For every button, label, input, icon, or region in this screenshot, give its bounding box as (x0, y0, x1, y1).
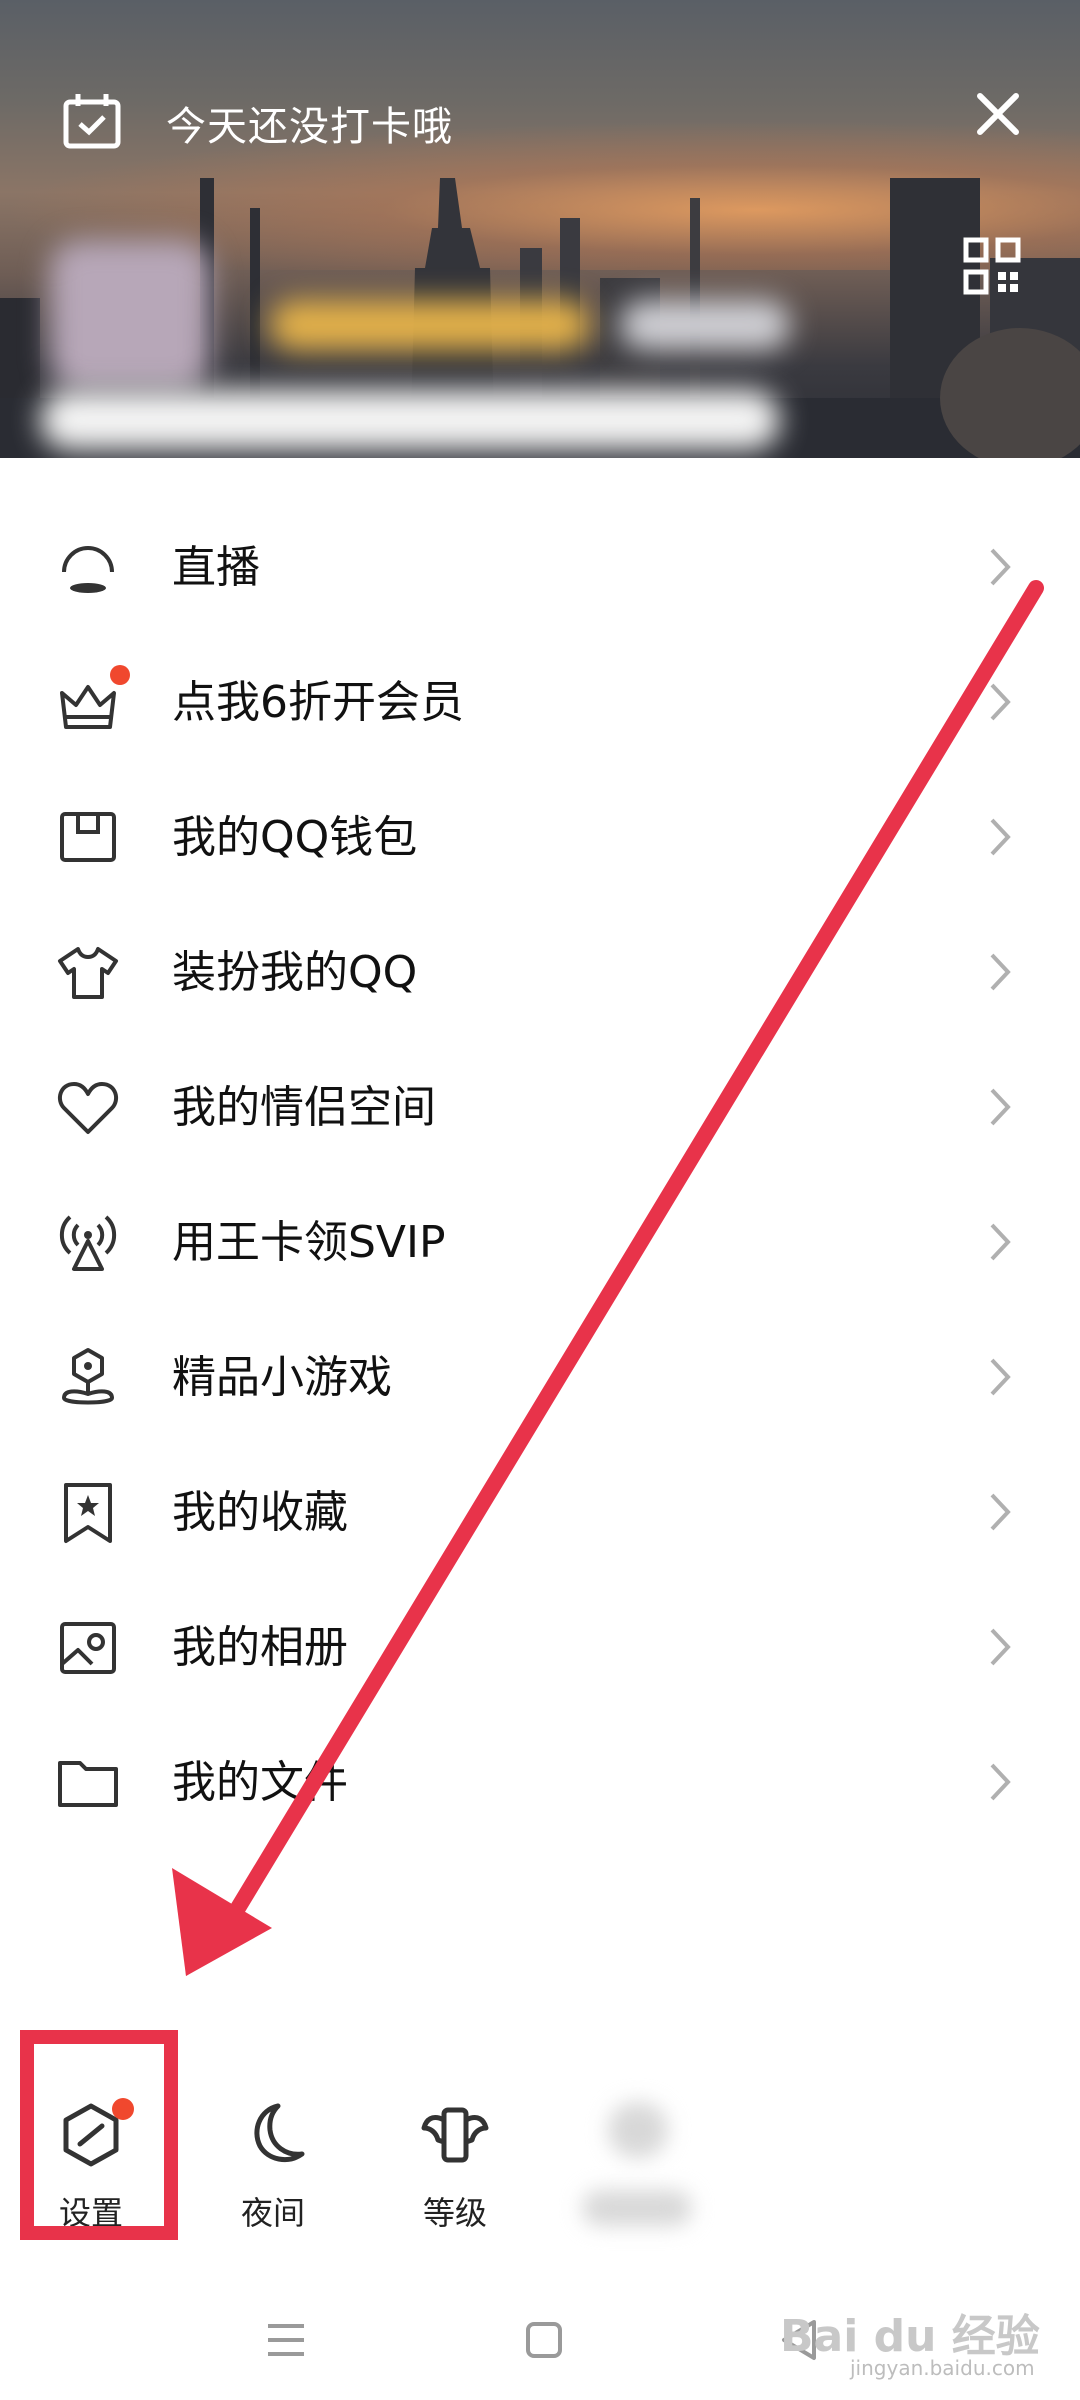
moon-icon (254, 2103, 305, 2163)
menu-icon[interactable] (256, 2310, 316, 2370)
night-mode-label: 夜间 (240, 2194, 305, 2232)
menu-item-label: 我的QQ钱包 (172, 812, 418, 863)
menu-item-files[interactable]: 我的文件 (0, 1715, 1080, 1850)
live-icon (62, 546, 114, 593)
checkin-status-text[interactable]: 今天还没打卡哦 (166, 94, 453, 152)
notification-dot (112, 2098, 134, 2120)
home-icon[interactable] (514, 2310, 574, 2370)
antenna-icon (59, 1215, 117, 1271)
chevron-right-icon (990, 548, 1011, 586)
menu-item-label: 我的收藏 (172, 1487, 348, 1538)
chevron-right-icon (990, 1358, 1011, 1396)
menu-item-label: 精品小游戏 (172, 1352, 392, 1403)
wallet-icon (60, 812, 116, 862)
chevron-right-icon (990, 1628, 1011, 1666)
blurred-label (582, 2190, 692, 2226)
night-mode-button[interactable]: 夜间 (198, 2080, 348, 2250)
qr-code-icon[interactable] (962, 236, 1022, 296)
bottom-toolbar: 设置 夜间 等级 (0, 2080, 1080, 2250)
baidu-watermark: Bai du 经验 jingyan.baidu.com (780, 2300, 1070, 2390)
notification-dot (110, 665, 130, 685)
profile-header: 今天还没打卡哦 (0, 0, 1080, 458)
folder-icon (58, 1761, 118, 1807)
menu-item-label: 我的情侣空间 (172, 1082, 436, 1133)
level-label: 等级 (422, 2194, 487, 2232)
close-icon[interactable] (970, 86, 1026, 142)
tshirt-icon (58, 947, 118, 999)
chevron-right-icon (990, 1088, 1011, 1126)
level-button[interactable]: 等级 (380, 2080, 530, 2250)
menu-item-label: 我的文件 (172, 1757, 348, 1808)
menu-item-live[interactable]: 直播 (0, 500, 1080, 635)
menu-item-label: 我的相册 (172, 1622, 348, 1673)
crown-icon (60, 685, 116, 729)
menu-item-label: 点我6折开会员 (172, 677, 464, 728)
blurred-icon (608, 2102, 668, 2158)
watermark-brand: Bai du 经验 (780, 2311, 1040, 2362)
chevron-right-icon (990, 1763, 1011, 1801)
settings-button[interactable]: 设置 (16, 2080, 166, 2250)
chevron-right-icon (990, 818, 1011, 856)
menu-item-label: 用王卡领SVIP (172, 1217, 446, 1268)
checkin-calendar-icon[interactable] (60, 90, 124, 154)
drawer-menu: 直播 点我6折开会员 我的QQ钱包 装扮我的QQ 我的情侣空间 用王卡领SVIP… (0, 500, 1080, 1850)
menu-item-king-card[interactable]: 用王卡领SVIP (0, 1175, 1080, 1310)
bookmark-icon (64, 1483, 112, 1543)
menu-item-wallet[interactable]: 我的QQ钱包 (0, 770, 1080, 905)
chevron-right-icon (990, 1223, 1011, 1261)
menu-item-album[interactable]: 我的相册 (0, 1580, 1080, 1715)
level-wings-icon (421, 2107, 489, 2163)
menu-item-favorites[interactable]: 我的收藏 (0, 1445, 1080, 1580)
menu-item-vip[interactable]: 点我6折开会员 (0, 635, 1080, 770)
menu-item-label: 装扮我的QQ (172, 947, 418, 998)
chevron-right-icon (990, 1493, 1011, 1531)
settings-label: 设置 (58, 2194, 123, 2232)
menu-item-theme[interactable]: 装扮我的QQ (0, 905, 1080, 1040)
menu-item-couple[interactable]: 我的情侣空间 (0, 1040, 1080, 1175)
game-icon (62, 1348, 114, 1405)
chevron-right-icon (990, 953, 1011, 991)
blurred-toolbar-item[interactable] (562, 2080, 712, 2250)
menu-item-games[interactable]: 精品小游戏 (0, 1310, 1080, 1445)
heart-icon (57, 1082, 119, 1134)
chevron-right-icon (990, 683, 1011, 721)
menu-item-label: 直播 (172, 542, 260, 593)
blurred-profile-info[interactable] (30, 220, 790, 458)
photo-icon (60, 1622, 116, 1674)
watermark-url: jingyan.baidu.com (850, 2356, 1035, 2380)
